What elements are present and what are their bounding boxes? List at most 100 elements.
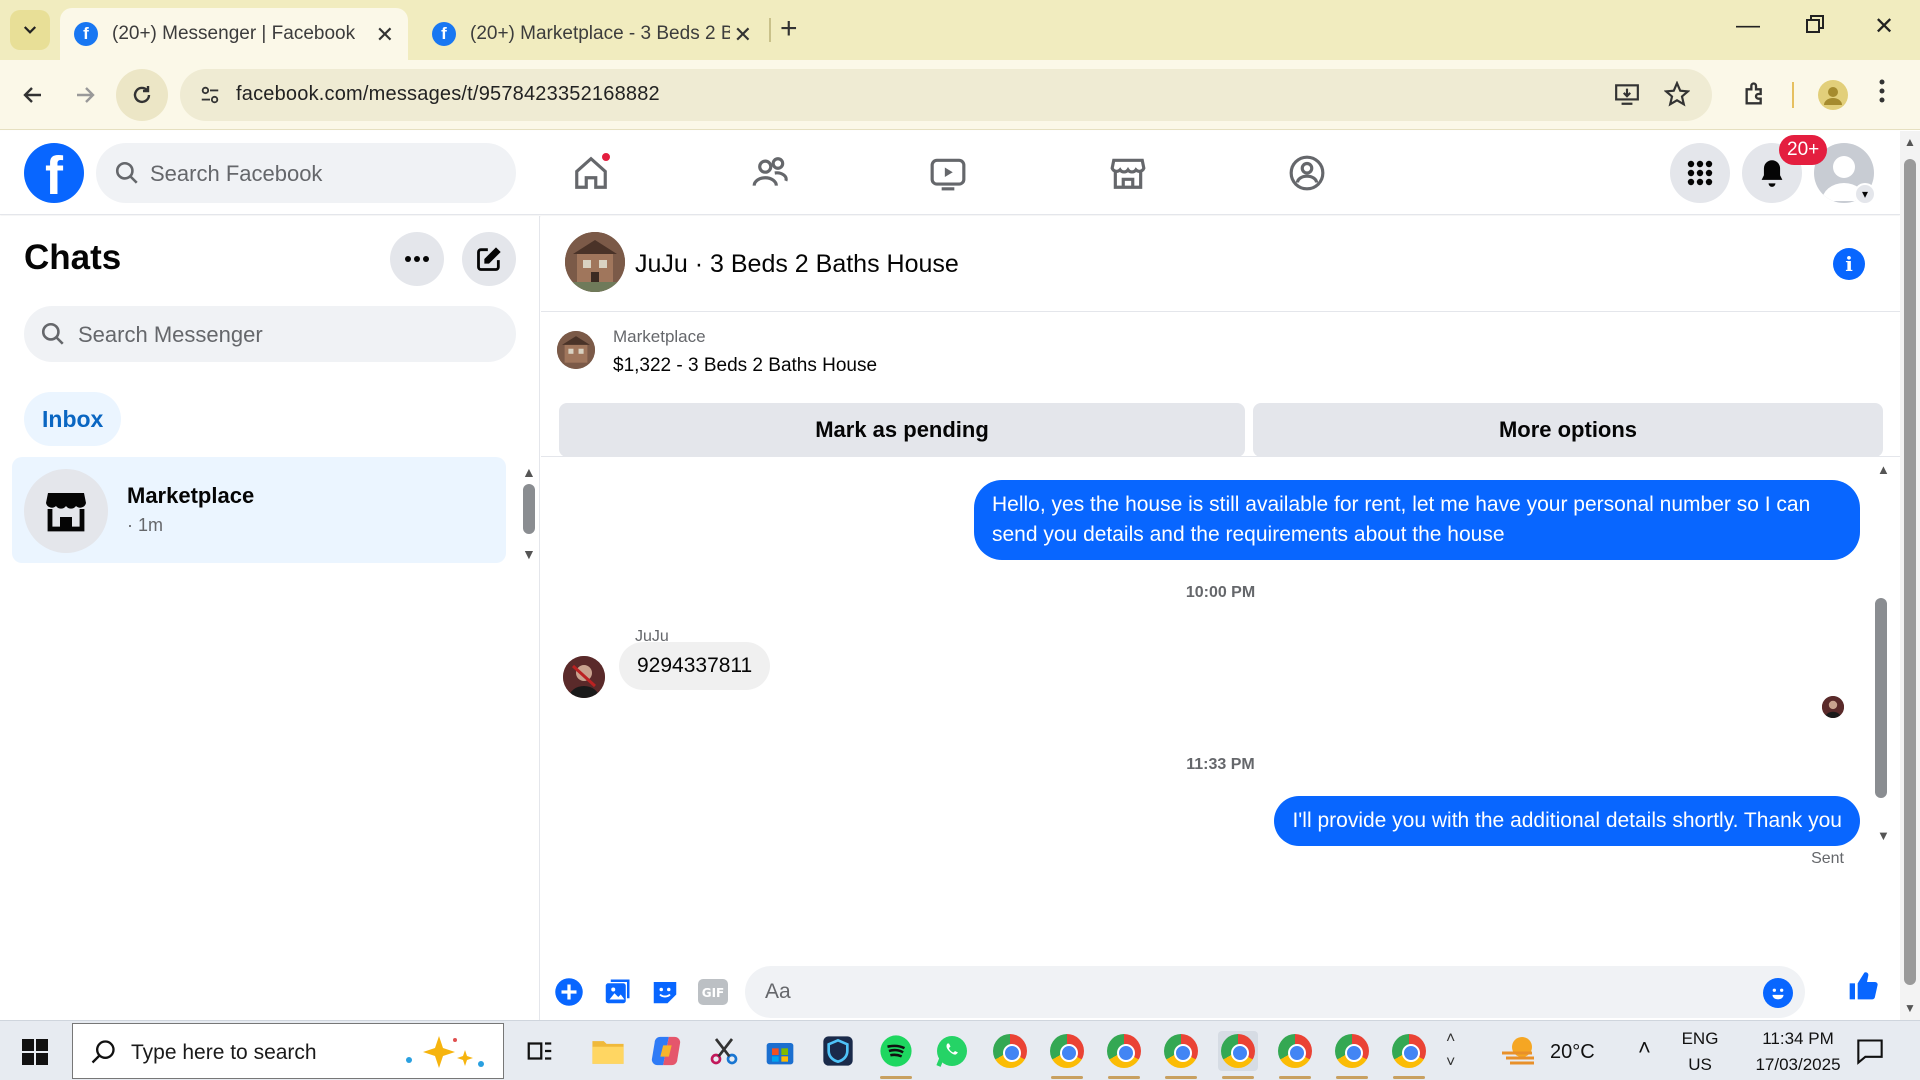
info-icon[interactable]: i [1833,248,1865,280]
reload-button[interactable] [116,69,168,121]
sender-avatar[interactable] [563,656,605,698]
tab-marketplace[interactable]: f (20+) Marketplace - 3 Beds 2 Ba ✕ [418,8,766,60]
close-window-button[interactable]: ✕ [1874,12,1894,41]
nav-video[interactable] [921,147,975,199]
clock-time[interactable]: 11:34 PM [1738,1029,1858,1049]
scroll-up-arrow[interactable]: ▲ [522,464,536,480]
conversation-item-marketplace[interactable]: Marketplace · 1m [12,457,506,563]
inbox-filter-tab[interactable]: Inbox [24,392,122,446]
snipping-tool-app[interactable] [704,1031,744,1071]
chat-list-scrollbar[interactable] [523,484,535,534]
chats-sidebar: Chats Search Messenger Inbox Marketplace… [0,216,540,1020]
arrow-right-icon [77,87,95,103]
scroll-up-arrow[interactable]: ▲ [1877,462,1890,477]
message-bubble-outgoing[interactable]: Hello, yes the house is still available … [974,480,1860,560]
address-bar[interactable]: facebook.com/messages/t/9578423352168882 [180,69,1712,121]
more-actions-button[interactable] [553,976,585,1008]
close-tab-icon[interactable]: ✕ [376,22,394,48]
facebook-search[interactable]: Search Facebook [96,143,516,203]
scroll-down-arrow[interactable]: ▼ [522,546,536,562]
mark-as-pending-button[interactable]: Mark as pending [559,403,1245,457]
bookmark-star-icon[interactable] [1663,80,1691,114]
sticker-button[interactable] [649,976,681,1008]
search-messenger-input[interactable]: Search Messenger [24,306,516,362]
task-view-icon [527,1042,552,1060]
chrome-profile-app-3[interactable] [1161,1031,1201,1079]
chrome-profile-app-2[interactable] [1104,1031,1144,1079]
notification-center-button[interactable] [1856,1037,1884,1070]
profile-avatar-icon[interactable] [1818,80,1848,110]
chat-options-button[interactable] [390,232,444,286]
conversation-title[interactable]: JuJu · 3 Beds 2 Baths House [635,250,959,279]
page-scrollbar[interactable]: ▲ ▼ [1900,131,1920,1020]
like-button[interactable] [1847,970,1879,1002]
taskbar-overflow-arrows[interactable]: ˄ ˅ [1446,1027,1455,1075]
bell-icon [1761,160,1783,187]
extensions-icon[interactable] [1742,80,1770,115]
chrome-profile-app-1[interactable] [1047,1031,1087,1079]
nav-home[interactable] [564,147,618,199]
vpn-app[interactable] [818,1031,858,1071]
more-options-button[interactable]: More options [1253,403,1883,457]
weather-sun-icon [1502,1037,1534,1065]
url-text: facebook.com/messages/t/9578423352168882 [236,83,660,105]
weather-widget[interactable] [1500,1033,1540,1072]
chrome-profile-app-5[interactable] [1275,1031,1315,1079]
hidden-icons-chevron-up-icon[interactable]: ˄ [1638,1035,1651,1061]
site-info-icon[interactable] [194,79,226,111]
menu-button[interactable] [1670,143,1730,203]
chevron-down-icon[interactable]: ▾ [1854,183,1876,205]
emoji-button[interactable] [1763,978,1793,1008]
conversation-avatar[interactable] [565,232,625,292]
minimize-button[interactable]: — [1736,12,1760,40]
spotify-app[interactable] [876,1031,916,1079]
input-language[interactable]: ENG [1680,1029,1720,1049]
attach-photo-button[interactable] [601,976,633,1008]
new-tab-button[interactable]: + [780,14,798,44]
gif-button[interactable]: GIF [697,976,729,1008]
close-tab-icon[interactable]: ✕ [734,22,752,48]
photo-icon [605,979,630,1004]
tab-search-button[interactable] [10,10,50,50]
copilot-app[interactable] [646,1031,686,1071]
chrome-profile-app-4[interactable] [1218,1031,1258,1079]
input-region[interactable]: US [1680,1055,1720,1075]
taskbar-search[interactable]: Type here to search [72,1023,504,1079]
chrome-app[interactable] [990,1031,1030,1071]
restore-button[interactable] [1806,12,1824,40]
message-placeholder: Aa [765,980,791,1003]
message-input[interactable]: Aa [745,966,1805,1018]
start-button[interactable] [22,1039,48,1065]
listing-title[interactable]: $1,322 - 3 Beds 2 Baths House [613,355,877,377]
chrome-profile-app-6[interactable] [1332,1031,1372,1079]
install-app-icon[interactable] [1614,81,1640,114]
gif-icon: GIF [698,979,728,1005]
nav-friends[interactable] [743,147,797,199]
microsoft-store-app[interactable] [760,1031,800,1071]
listing-thumbnail[interactable] [557,331,595,369]
facebook-logo[interactable]: f [24,143,84,203]
scroll-up-arrow[interactable]: ▲ [1904,135,1916,149]
page-scroll-thumb[interactable] [1904,159,1916,985]
message-bubble-outgoing[interactable]: I'll provide you with the additional det… [1274,796,1860,846]
message-composer: GIF Aa [541,958,1900,1020]
chrome-icon [1221,1034,1255,1068]
nav-marketplace[interactable] [1101,147,1155,199]
chrome-profile-app-7[interactable] [1389,1031,1429,1079]
new-message-button[interactable] [462,232,516,286]
back-button[interactable] [12,74,54,116]
message-bubble-incoming[interactable]: 9294337811 [619,642,771,690]
scroll-down-arrow[interactable]: ▼ [1877,828,1890,843]
nav-groups[interactable] [1280,147,1334,199]
task-view-button[interactable] [520,1031,560,1071]
whatsapp-app[interactable] [932,1031,972,1071]
scroll-down-arrow[interactable]: ▼ [1904,1001,1916,1015]
file-explorer-app[interactable] [588,1031,628,1071]
clock-date[interactable]: 17/03/2025 [1738,1055,1858,1075]
running-indicator [1336,1076,1368,1079]
conversation-header: JuJu · 3 Beds 2 Baths House i [541,216,1900,312]
tab-messenger[interactable]: f (20+) Messenger | Facebook ✕ [60,8,408,60]
forward-button[interactable] [64,74,106,116]
browser-menu-icon[interactable] [1878,78,1886,111]
message-scrollbar[interactable] [1875,598,1887,798]
